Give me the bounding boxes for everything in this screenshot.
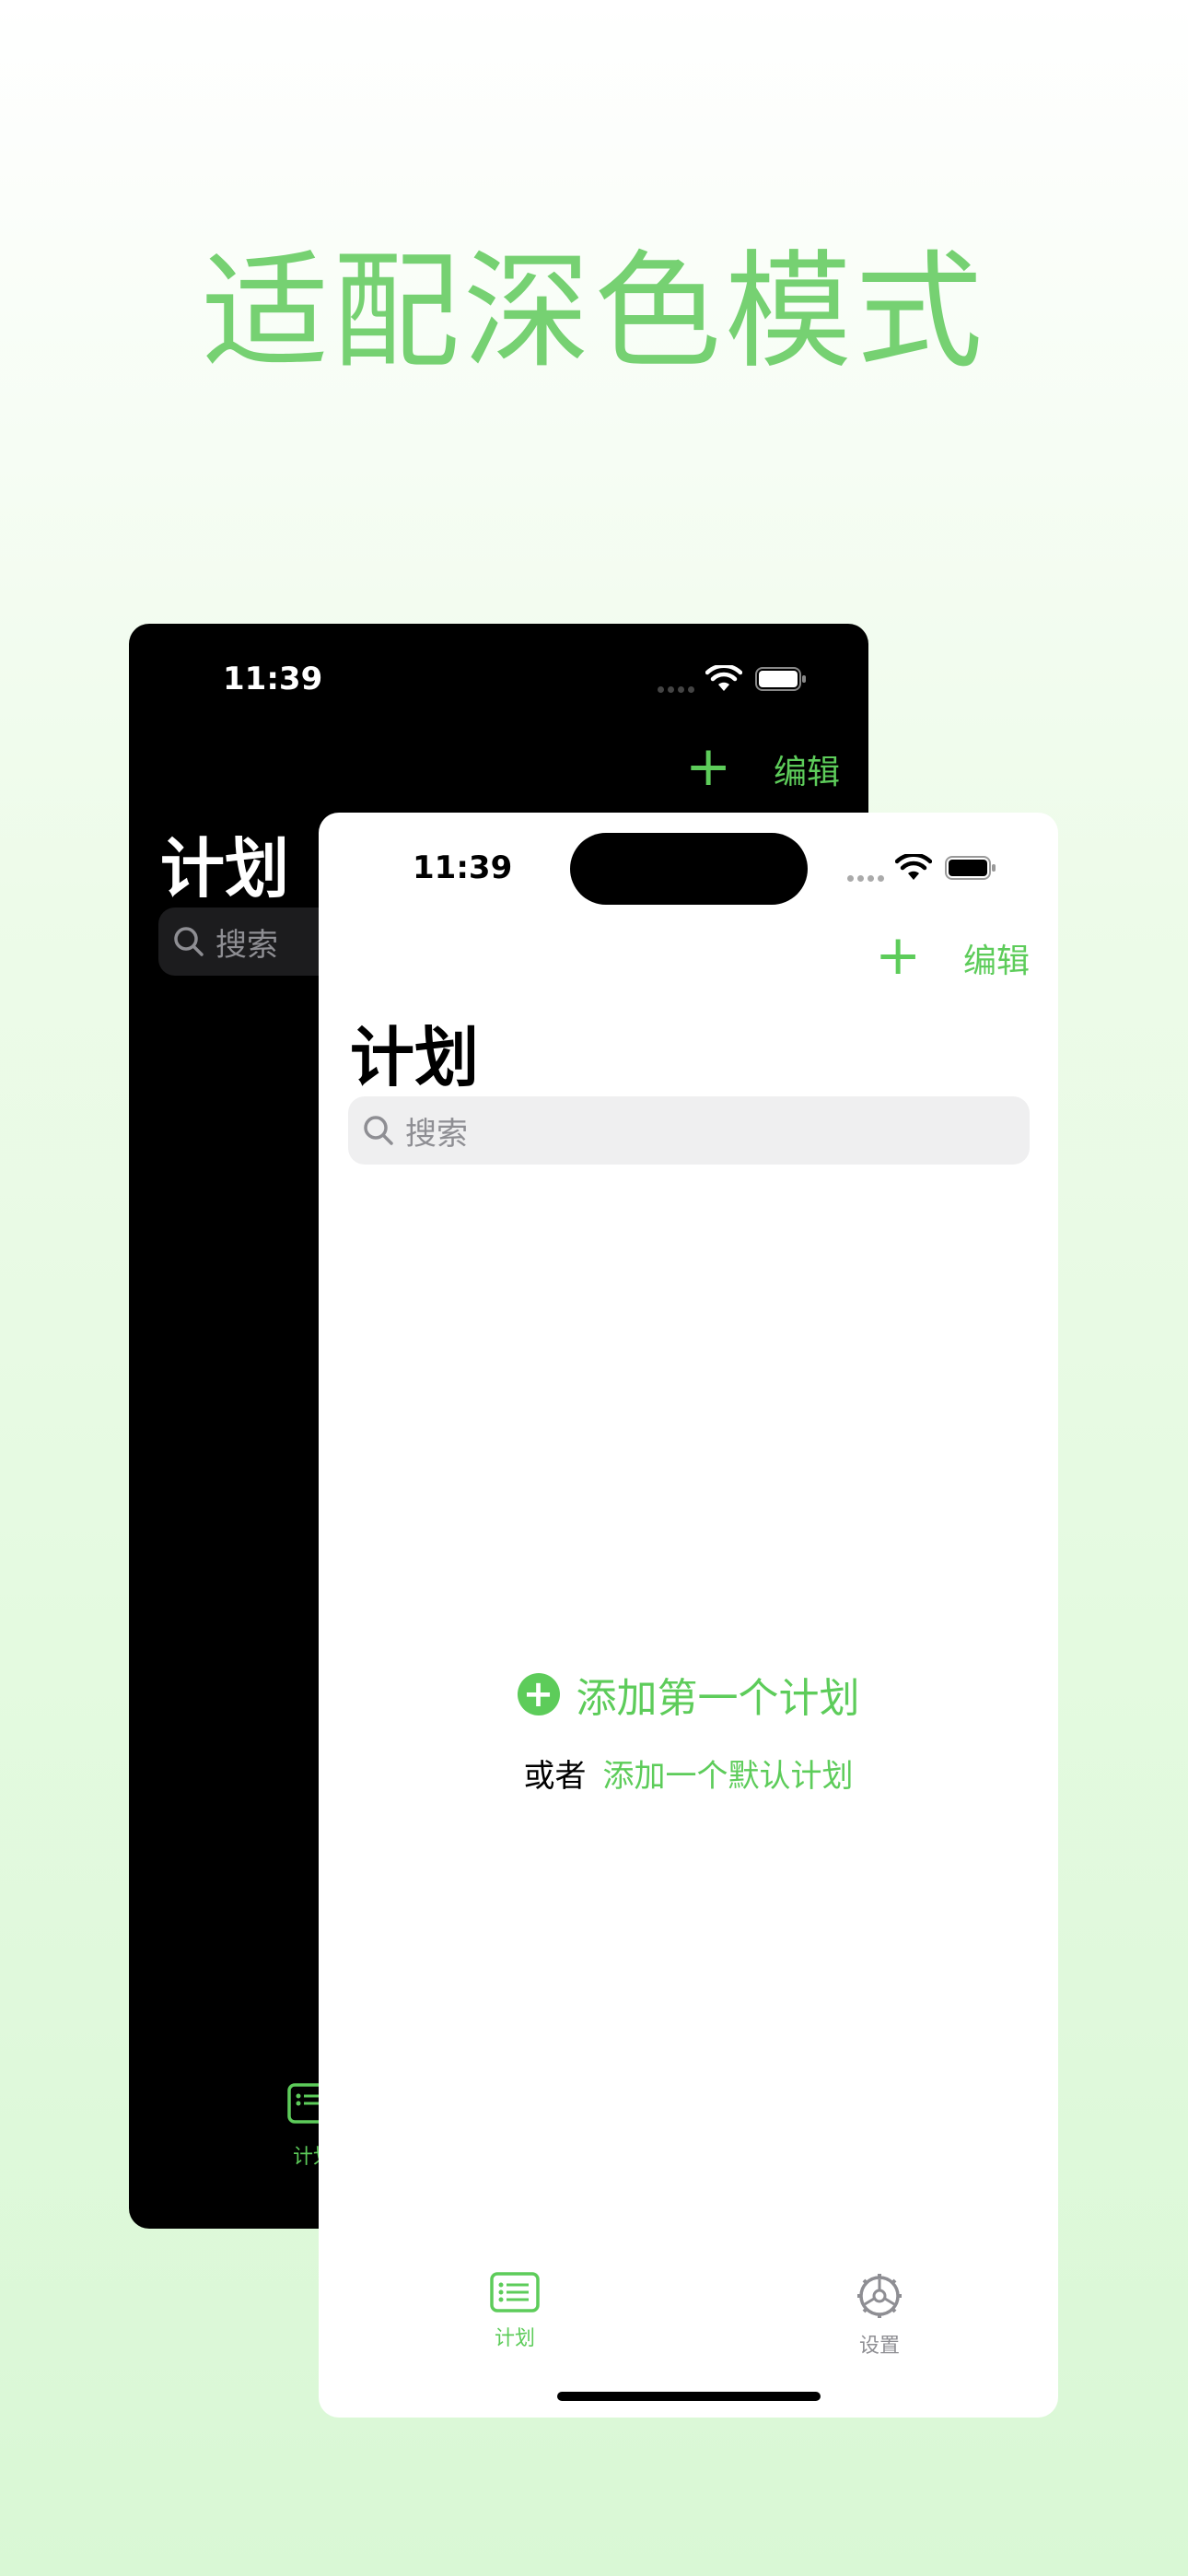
or-label: 或者 [523, 1758, 587, 1795]
search-bar[interactable]: 搜索 [348, 1096, 1030, 1165]
signal-icon [847, 875, 884, 882]
add-first-plan-button[interactable]: + 添加第一个计划 [319, 1665, 1058, 1724]
battery-icon [755, 667, 806, 691]
wifi-icon [705, 665, 742, 691]
plus-circle-icon: + [517, 1673, 560, 1715]
home-indicator [557, 2392, 821, 2401]
search-icon [364, 1116, 393, 1145]
page-title: 计划 [350, 1020, 479, 1095]
wifi-icon [895, 854, 932, 880]
dynamic-island [570, 833, 808, 905]
edit-button[interactable]: 编辑 [774, 745, 840, 793]
edit-button[interactable]: 编辑 [963, 934, 1030, 982]
add-first-plan-label: 添加第一个计划 [576, 1675, 860, 1722]
signal-icon [658, 686, 694, 693]
tab-plan-label: 计划 [494, 2327, 535, 2350]
tab-plan[interactable]: 计划 [475, 2272, 554, 2351]
add-plan-button[interactable]: + [685, 739, 731, 794]
list-icon [490, 2272, 540, 2313]
search-placeholder: 搜索 [215, 926, 278, 964]
status-time: 11:39 [413, 849, 513, 886]
headline: 适配深色模式 [201, 238, 986, 386]
add-default-plan-link[interactable]: 添加一个默认计划 [603, 1751, 854, 1796]
tab-settings[interactable]: 设置 [840, 2272, 919, 2359]
settings-gear-icon [857, 2274, 902, 2318]
search-placeholder: 搜索 [405, 1115, 468, 1153]
light-mode-phone: 11:39 + 编辑 计划 搜索 + 添加第一个计划 或者 添加一个默认计划 计… [319, 813, 1058, 2418]
page-title: 计划 [160, 831, 289, 907]
add-plan-button[interactable]: + [875, 928, 921, 983]
empty-state-alt: 或者 添加一个默认计划 [319, 1751, 1058, 1796]
battery-icon [945, 856, 996, 880]
tab-settings-label: 设置 [858, 2335, 900, 2358]
search-icon [174, 927, 204, 956]
status-time: 11:39 [223, 661, 323, 697]
